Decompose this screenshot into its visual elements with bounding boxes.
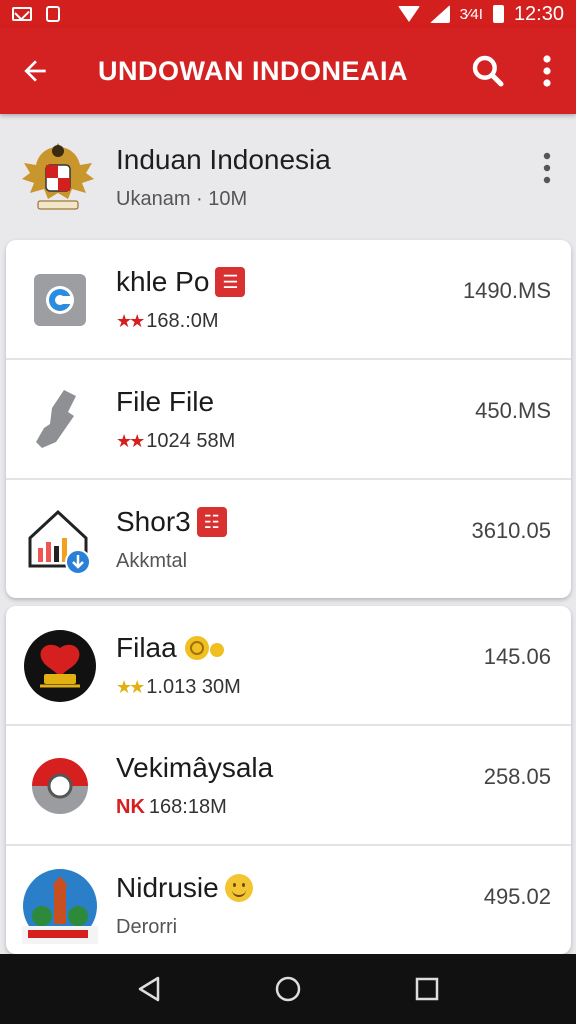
item-meta: 1.013 30M xyxy=(146,676,241,698)
system-nav-bar xyxy=(0,954,576,1024)
list-item[interactable]: Shor3 ☷ Akkmtal 3610.05 xyxy=(6,480,571,598)
app-icon-pokeball xyxy=(32,758,88,814)
sim-label: 3⁄4I xyxy=(459,5,483,23)
publisher-title: Induan Indonesia xyxy=(116,143,331,175)
red-badge-icon: ☰ xyxy=(215,267,246,297)
app-icon-gray-wrench xyxy=(36,390,76,448)
battery-icon xyxy=(492,5,504,23)
app-list-card-1: khle Po ☰ ★★ 168.:0M 1490.MS File File ★… xyxy=(6,240,571,598)
signal-icon xyxy=(429,5,450,23)
publisher-more-button[interactable] xyxy=(542,152,552,189)
smiley-icon xyxy=(224,874,253,902)
rating-stars-icon: ★★ xyxy=(116,311,145,331)
item-title: Vekimâysala xyxy=(116,752,274,783)
circle-home-icon xyxy=(275,976,301,1002)
item-meta: 168:18M xyxy=(148,796,227,818)
publisher-header[interactable]: Induan Indonesia Ukanam · 10M xyxy=(0,114,576,240)
item-size: 258.05 xyxy=(483,764,551,789)
item-size: 145.06 xyxy=(483,644,551,669)
more-vert-icon xyxy=(543,55,551,87)
app-icon-gray-square xyxy=(34,274,86,326)
item-prefix: NK xyxy=(116,796,145,818)
search-icon xyxy=(472,55,504,87)
app-list-card-2: Filaa ★★ 1.013 30M 145.06 Vekimâysala NK… xyxy=(6,606,571,954)
item-size: 450.MS xyxy=(475,398,551,423)
toolbar-title: UNDOWAN INDONEAIA xyxy=(98,55,408,86)
item-meta: Akkmtal xyxy=(116,550,188,572)
back-button[interactable] xyxy=(0,28,70,114)
wifi-icon xyxy=(397,6,420,22)
square-recents-icon xyxy=(415,977,438,1001)
item-meta: 1024 58M xyxy=(146,430,236,452)
search-button[interactable] xyxy=(458,28,518,114)
list-item[interactable]: khle Po ☰ ★★ 168.:0M 1490.MS xyxy=(6,240,571,360)
garuda-emblem-icon xyxy=(22,143,94,210)
app-icon-house-chart xyxy=(28,509,91,575)
more-options-button[interactable] xyxy=(518,28,576,114)
item-size: 3610.05 xyxy=(471,518,551,543)
rating-stars-icon: ★★ xyxy=(116,677,145,697)
item-meta: 168.:0M xyxy=(146,310,219,332)
item-size: 1490.MS xyxy=(462,278,551,303)
item-title: Shor3 xyxy=(116,506,191,537)
more-vert-icon xyxy=(543,152,551,184)
nav-recents-button[interactable] xyxy=(397,959,457,1019)
red-badge-icon: ☷ xyxy=(196,507,227,537)
triangle-back-icon xyxy=(139,976,160,1002)
item-meta: Derorri xyxy=(116,916,178,938)
arrow-left-icon xyxy=(24,60,46,82)
publisher-subtitle: Ukanam · 10M xyxy=(116,187,248,210)
nav-back-button[interactable] xyxy=(119,959,179,1019)
sim-icon xyxy=(46,6,60,22)
yellow-face-icon xyxy=(184,636,224,660)
list-item[interactable]: Filaa ★★ 1.013 30M 145.06 xyxy=(6,606,571,726)
rating-stars-icon: ★★ xyxy=(116,431,145,451)
item-title: File File xyxy=(116,386,215,417)
nav-home-button[interactable] xyxy=(258,959,318,1019)
item-size: 495.02 xyxy=(483,884,551,909)
item-title: khle Po xyxy=(116,266,210,297)
status-time: 12:30 xyxy=(513,2,564,25)
mail-icon xyxy=(12,7,32,21)
app-icon-red-emblem xyxy=(24,630,96,702)
status-bar: 3⁄4I 12:30 xyxy=(0,0,576,28)
app-toolbar: UNDOWAN INDONEAIA xyxy=(0,28,576,114)
app-icon-landmark-tower xyxy=(22,869,98,944)
list-item[interactable]: Nidrusie Derorri 495.02 xyxy=(6,846,571,954)
list-item[interactable]: File File ★★ 1024 58M 450.MS xyxy=(6,360,571,480)
item-title: Nidrusie xyxy=(116,872,219,903)
list-item[interactable]: Vekimâysala NK 168:18M 258.05 xyxy=(6,726,571,846)
item-title: Filaa xyxy=(116,632,177,663)
